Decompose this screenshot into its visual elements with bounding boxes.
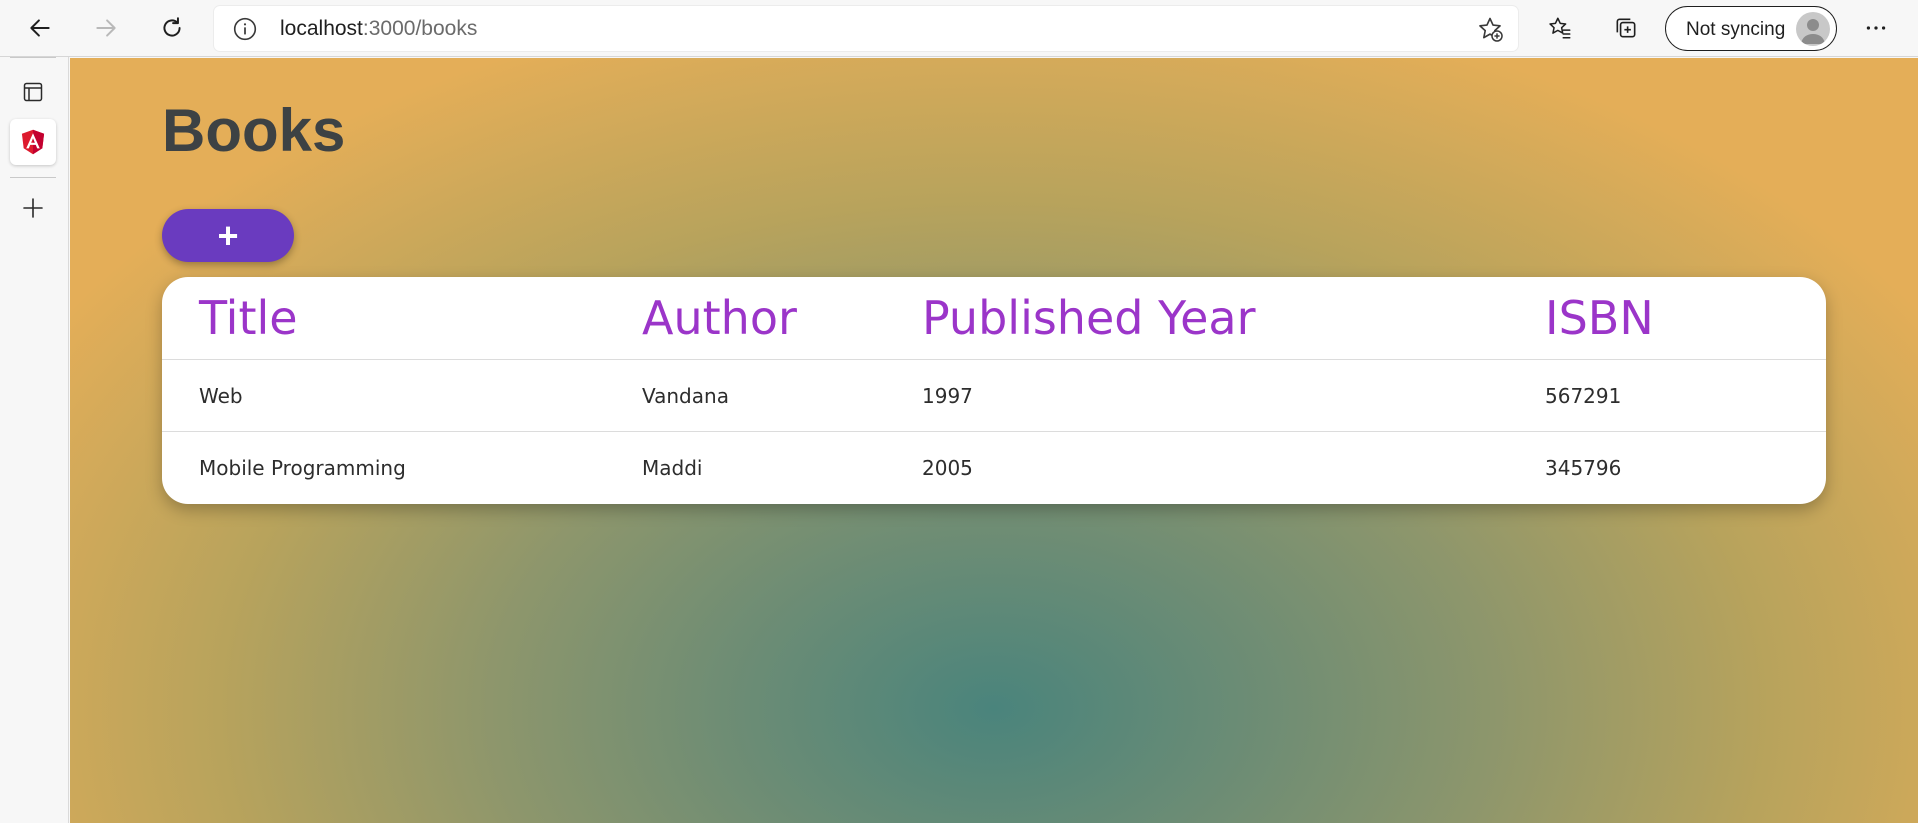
tab-actions-button[interactable]	[10, 69, 56, 115]
more-button[interactable]	[1854, 8, 1898, 48]
table-row[interactable]: Web Vandana 1997 567291	[162, 360, 1826, 432]
refresh-button[interactable]	[150, 8, 194, 48]
forward-button[interactable]	[84, 8, 128, 48]
back-button[interactable]	[18, 8, 62, 48]
cell-author: Vandana	[642, 383, 729, 408]
table-row[interactable]: Mobile Programming Maddi 2005 345796	[162, 432, 1826, 504]
cell-title: Web	[199, 383, 243, 408]
tab-angular-app[interactable]	[10, 119, 56, 165]
cell-author: Maddi	[642, 456, 703, 480]
address-bar[interactable]: localhost:3000/books	[214, 6, 1518, 51]
collections-button[interactable]	[1604, 8, 1648, 48]
column-header-author: Author	[642, 291, 797, 345]
more-icon	[1866, 26, 1886, 30]
add-favorite-icon[interactable]	[1476, 15, 1504, 43]
cell-isbn: 345796	[1545, 456, 1622, 480]
browser-toolbar: localhost:3000/books Not syncing	[0, 0, 1918, 57]
add-button-label: +	[217, 214, 239, 256]
refresh-icon	[163, 17, 181, 37]
column-header-title: Title	[199, 291, 298, 345]
column-header-published-year: Published Year	[922, 291, 1256, 345]
url-text[interactable]: localhost:3000/books	[280, 17, 477, 41]
column-header-isbn: ISBN	[1545, 291, 1654, 345]
cell-title: Mobile Programming	[199, 456, 406, 480]
plus-icon	[23, 198, 43, 218]
info-icon[interactable]	[232, 16, 258, 42]
avatar-icon	[1801, 19, 1825, 44]
tab-actions-icon	[23, 82, 43, 102]
vertical-tabs-sidebar	[0, 57, 69, 823]
forward-icon	[96, 19, 116, 37]
page-title: Books	[162, 97, 346, 164]
add-book-button[interactable]: +	[162, 209, 294, 262]
angular-icon	[21, 129, 45, 155]
cell-published-year: 2005	[922, 456, 973, 480]
cell-isbn: 567291	[1545, 383, 1622, 408]
sync-label: Not syncing	[1686, 19, 1786, 40]
url-host: localhost	[280, 17, 363, 40]
avatar	[1796, 12, 1830, 46]
url-path: :3000/books	[362, 17, 478, 40]
page-content: Books + Title Author Published Year ISBN…	[70, 58, 1918, 823]
collections-icon	[1616, 18, 1636, 38]
favorites-button[interactable]	[1538, 8, 1582, 48]
new-tab-button[interactable]	[10, 185, 56, 231]
books-table: Title Author Published Year ISBN Web Van…	[162, 277, 1826, 504]
table-header-row: Title Author Published Year ISBN	[162, 277, 1826, 360]
cell-published-year: 1997	[922, 383, 973, 408]
profile-sync-button[interactable]: Not syncing	[1665, 6, 1837, 51]
favorites-icon	[1549, 17, 1571, 39]
back-icon	[30, 19, 50, 37]
